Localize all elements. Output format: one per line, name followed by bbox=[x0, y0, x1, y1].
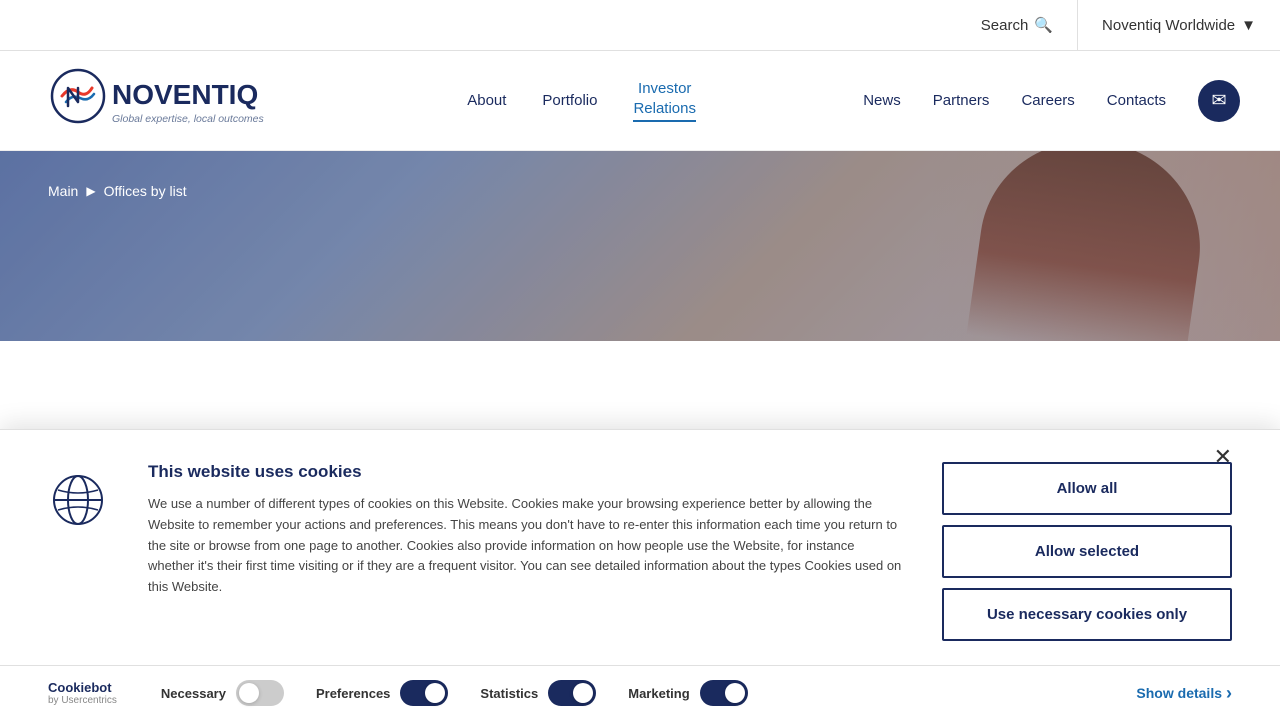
necessary-only-button[interactable]: Use necessary cookies only bbox=[942, 588, 1232, 641]
cookie-text-area: This website uses cookies We use a numbe… bbox=[148, 462, 902, 598]
statistics-toggle-knob bbox=[573, 683, 593, 703]
allow-selected-button[interactable]: Allow selected bbox=[942, 525, 1232, 578]
cookiebot-brand: Cookiebot bbox=[48, 680, 117, 695]
nav-investor-relations[interactable]: Investor Relations bbox=[633, 79, 696, 122]
marketing-label: Marketing bbox=[628, 686, 689, 701]
nav-portfolio[interactable]: Portfolio bbox=[542, 92, 597, 109]
cookie-globe-icon bbox=[48, 470, 108, 530]
region-selector[interactable]: Noventiq Worldwide ▼ bbox=[1078, 0, 1280, 50]
region-label: Noventiq Worldwide bbox=[1102, 17, 1235, 34]
statistics-toggle[interactable] bbox=[548, 680, 596, 706]
marketing-toggle-knob bbox=[725, 683, 745, 703]
cookiebot-byline: by Usercentrics bbox=[48, 695, 117, 706]
nav-bar: NOVENTIQ Global expertise, local outcome… bbox=[0, 51, 1280, 151]
necessary-toggle-knob bbox=[239, 683, 259, 703]
logo[interactable]: NOVENTIQ Global expertise, local outcome… bbox=[40, 68, 300, 133]
statistics-label: Statistics bbox=[480, 686, 538, 701]
search-icon: 🔍 bbox=[1034, 16, 1053, 34]
necessary-label: Necessary bbox=[161, 686, 226, 701]
preferences-label: Preferences bbox=[316, 686, 390, 701]
preferences-toggle-group: Preferences bbox=[316, 680, 448, 706]
nav-about[interactable]: About bbox=[467, 92, 506, 109]
nav-right: News Partners Careers Contacts ✉ bbox=[863, 80, 1240, 122]
top-bar: Search 🔍 Noventiq Worldwide ▼ bbox=[0, 0, 1280, 51]
breadcrumb-main[interactable]: Main bbox=[48, 183, 78, 199]
cookie-close-button[interactable]: ✕ bbox=[1214, 446, 1232, 468]
search-label: Search bbox=[981, 17, 1029, 34]
nav-partners[interactable]: Partners bbox=[933, 92, 990, 109]
svg-text:Global expertise, local outcom: Global expertise, local outcomes bbox=[112, 113, 264, 125]
svg-text:NOVENTIQ: NOVENTIQ bbox=[112, 79, 258, 110]
search-button[interactable]: Search 🔍 bbox=[957, 0, 1078, 50]
statistics-toggle-group: Statistics bbox=[480, 680, 596, 706]
cookie-consent-dialog: This website uses cookies We use a numbe… bbox=[0, 429, 1280, 720]
email-icon: ✉ bbox=[1211, 90, 1226, 111]
cookie-main-area: This website uses cookies We use a numbe… bbox=[0, 430, 1280, 665]
cookie-footer: Cookiebot by Usercentrics Necessary Pref… bbox=[0, 665, 1280, 720]
chevron-right-icon: › bbox=[1226, 683, 1232, 704]
nav-careers[interactable]: Careers bbox=[1021, 92, 1074, 109]
logo-area: NOVENTIQ Global expertise, local outcome… bbox=[40, 68, 300, 133]
cookie-title: This website uses cookies bbox=[148, 462, 902, 482]
necessary-toggle[interactable] bbox=[236, 680, 284, 706]
nav-links: About Portfolio Investor Relations bbox=[467, 79, 696, 122]
preferences-toggle[interactable] bbox=[400, 680, 448, 706]
cookiebot-logo: Cookiebot by Usercentrics bbox=[48, 680, 117, 706]
chevron-down-icon: ▼ bbox=[1241, 17, 1256, 34]
nav-news[interactable]: News bbox=[863, 92, 901, 109]
breadcrumb-arrow: ▶ bbox=[86, 184, 95, 198]
breadcrumb: Main ▶ Offices by list bbox=[48, 183, 187, 199]
breadcrumb-current: Offices by list bbox=[104, 183, 187, 199]
show-details-label: Show details bbox=[1136, 685, 1222, 701]
email-button[interactable]: ✉ bbox=[1198, 80, 1240, 122]
cookie-body: We use a number of different types of co… bbox=[148, 494, 902, 598]
cookie-buttons: Allow all Allow selected Use necessary c… bbox=[942, 462, 1232, 641]
necessary-toggle-group: Necessary bbox=[161, 680, 284, 706]
show-details-link[interactable]: Show details › bbox=[1136, 683, 1232, 704]
marketing-toggle-group: Marketing bbox=[628, 680, 747, 706]
hero-section: Main ▶ Offices by list bbox=[0, 151, 1280, 341]
marketing-toggle[interactable] bbox=[700, 680, 748, 706]
allow-all-button[interactable]: Allow all bbox=[942, 462, 1232, 515]
preferences-toggle-knob bbox=[425, 683, 445, 703]
nav-contacts[interactable]: Contacts bbox=[1107, 92, 1166, 109]
